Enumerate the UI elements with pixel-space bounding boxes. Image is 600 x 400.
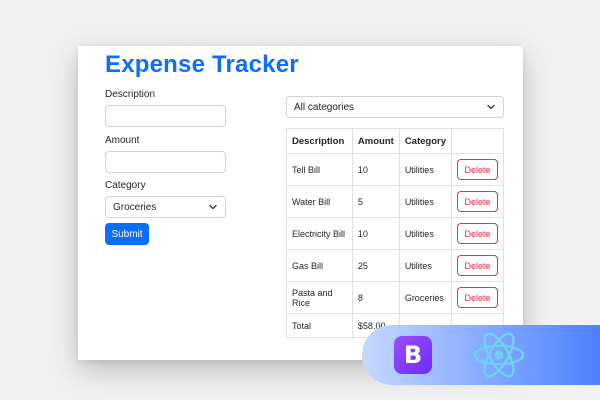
app-card: Expense Tracker Description Amount Categ… xyxy=(78,46,523,360)
cell-amount: 10 xyxy=(351,217,400,250)
cell-amount: 10 xyxy=(351,153,400,186)
expense-table: Description Amount Category Tell Bill 10… xyxy=(286,128,504,338)
delete-button[interactable]: Delete xyxy=(457,159,498,180)
cell-description: Tell Bill xyxy=(286,153,353,186)
description-input[interactable] xyxy=(105,105,226,127)
table-row: Electricity Bill 10 Utilities Delete xyxy=(286,217,504,250)
table-row: Gas Bill 25 Utilites Delete xyxy=(286,249,504,282)
delete-button[interactable]: Delete xyxy=(457,255,498,276)
description-label: Description xyxy=(105,89,156,100)
cell-actions: Delete xyxy=(451,217,504,250)
cell-category: Utilities xyxy=(398,185,453,218)
cell-category: Utilities xyxy=(398,217,453,250)
table-header-row: Description Amount Category xyxy=(286,128,504,154)
cell-description: Water Bill xyxy=(286,185,353,218)
table-row: Tell Bill 10 Utilities Delete xyxy=(286,153,504,186)
amount-label: Amount xyxy=(105,135,140,146)
category-filter-select[interactable]: All categories xyxy=(286,96,504,118)
cell-actions: Delete xyxy=(451,153,504,186)
category-label: Category xyxy=(105,180,146,191)
cell-actions: Delete xyxy=(451,185,504,218)
category-select[interactable]: Groceries xyxy=(105,196,226,218)
cell-actions: Delete xyxy=(451,249,504,282)
chevron-down-icon xyxy=(487,104,495,110)
category-select-value: Groceries xyxy=(113,201,157,213)
column-header-amount: Amount xyxy=(351,128,400,154)
delete-button[interactable]: Delete xyxy=(457,287,498,308)
cell-actions: Delete xyxy=(451,281,504,314)
column-header-description: Description xyxy=(286,128,353,154)
cell-category: Utilites xyxy=(398,249,453,282)
cell-category: Utilities xyxy=(398,153,453,186)
delete-button[interactable]: Delete xyxy=(457,191,498,212)
amount-input[interactable] xyxy=(105,151,226,173)
chevron-down-icon xyxy=(209,204,217,210)
cell-description: Pasta and Rice xyxy=(286,281,353,314)
tech-badge-banner: B xyxy=(362,325,600,385)
column-header-category: Category xyxy=(398,128,453,154)
cell-description: Electricity Bill xyxy=(286,217,353,250)
total-label: Total xyxy=(286,313,353,338)
cell-amount: 5 xyxy=(351,185,400,218)
page-title: Expense Tracker xyxy=(105,51,299,78)
cell-category: Groceries xyxy=(398,281,453,314)
cell-description: Gas Bill xyxy=(286,249,353,282)
cell-amount: 25 xyxy=(351,249,400,282)
bootstrap-logo-letter: B xyxy=(403,341,423,369)
column-header-actions xyxy=(451,128,504,154)
table-row: Pasta and Rice 8 Groceries Delete xyxy=(286,281,504,314)
category-filter-value: All categories xyxy=(294,101,355,113)
delete-button[interactable]: Delete xyxy=(457,223,498,244)
table-row: Water Bill 5 Utilities Delete xyxy=(286,185,504,218)
bootstrap-logo-icon: B xyxy=(394,336,432,374)
react-logo-icon xyxy=(473,332,525,378)
submit-button[interactable]: Submit xyxy=(105,223,149,245)
cell-amount: 8 xyxy=(351,281,400,314)
